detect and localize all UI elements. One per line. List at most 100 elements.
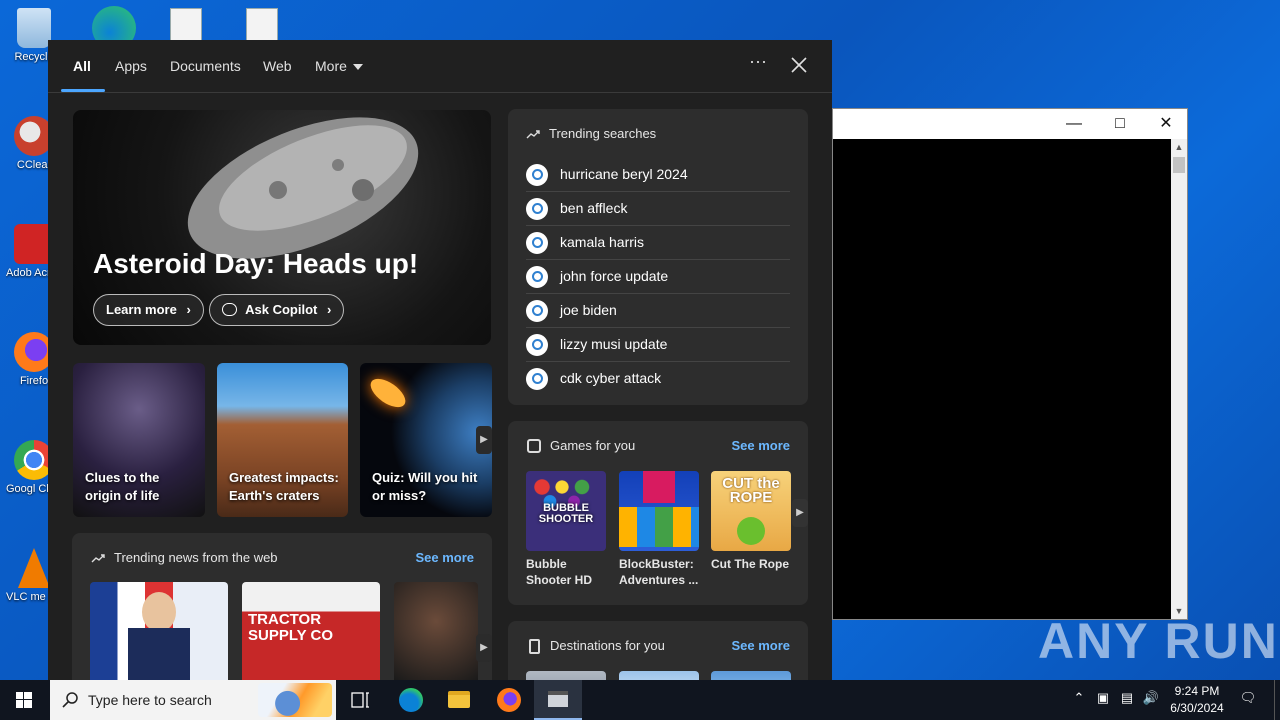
vertical-scrollbar[interactable]: ▲ ▼: [1171, 139, 1187, 619]
search-icon: [526, 164, 548, 186]
game-thumbnail: BUBBLE SHOOTER: [526, 471, 606, 551]
task-view-button[interactable]: [336, 680, 384, 720]
search-tabs: All Apps Documents Web More ···: [48, 40, 832, 93]
destinations-see-more-link[interactable]: See more: [731, 638, 790, 653]
game-controller-icon: [527, 439, 541, 453]
firefox-taskbar-button[interactable]: [484, 680, 532, 720]
game-item[interactable]: BUBBLE SHOOTER Bubble Shooter HD: [526, 471, 606, 588]
file-icon[interactable]: [170, 8, 202, 42]
news-thumbnail[interactable]: [90, 582, 228, 680]
news-thumbnail[interactable]: TRACTOR SUPPLY CO: [242, 582, 380, 680]
ellipsis-icon[interactable]: ···: [746, 52, 770, 76]
network-icon[interactable]: ▤: [1118, 690, 1136, 710]
recycle-bin-icon: [17, 8, 51, 48]
search-placeholder: Type here to search: [88, 692, 212, 708]
story-card[interactable]: Clues to the origin of life: [73, 363, 205, 517]
search-panel: All Apps Documents Web More ··· Asteroid…: [48, 40, 832, 680]
story-caption: Greatest impacts: Earth's craters: [229, 470, 339, 503]
om-nom-icon: [737, 517, 765, 545]
tab-documents[interactable]: Documents: [170, 40, 241, 93]
trending-icon: [526, 130, 540, 139]
trending-search-item[interactable]: joe biden: [526, 294, 790, 328]
firefox-icon: [497, 688, 521, 712]
destination-thumbnail[interactable]: [619, 671, 699, 680]
suitcase-icon: [529, 639, 540, 654]
games-next-icon[interactable]: ▶: [792, 499, 808, 527]
edge-taskbar-button[interactable]: [386, 680, 434, 720]
background-window[interactable]: — □ ✕ ▲ ▼: [832, 108, 1188, 620]
notifications-icon[interactable]: 🗨: [1238, 690, 1258, 710]
search-icon: [526, 334, 548, 356]
close-panel-button[interactable]: [786, 52, 812, 78]
destinations-title: Destinations for you: [550, 638, 665, 653]
trending-search-text: john force update: [560, 268, 669, 284]
folder-icon: [448, 691, 470, 708]
active-app-taskbar-button[interactable]: [534, 680, 582, 720]
game-thumbnail: CUT the ROPE: [711, 471, 791, 551]
volume-icon[interactable]: 🔊: [1142, 690, 1160, 710]
windows-logo-icon: [16, 692, 32, 708]
destination-thumbnail[interactable]: [526, 671, 606, 680]
file-explorer-button[interactable]: [434, 680, 482, 720]
search-highlight-image: [258, 683, 332, 717]
carousel-next-icon[interactable]: ▶: [476, 426, 492, 454]
tab-more-label: More: [315, 58, 347, 74]
story-caption: Clues to the origin of life: [85, 470, 160, 503]
task-view-icon: [351, 692, 369, 708]
trending-search-item[interactable]: hurricane beryl 2024: [526, 158, 790, 192]
scroll-thumb[interactable]: [1173, 157, 1185, 173]
close-icon[interactable]: ✕: [1143, 109, 1189, 139]
game-name: Cut The Rope: [711, 557, 789, 571]
window-titlebar[interactable]: — □ ✕: [833, 109, 1187, 139]
story-caption: Quiz: Will you hit or miss?: [372, 470, 478, 503]
minimize-icon[interactable]: —: [1051, 109, 1097, 139]
games-see-more-link[interactable]: See more: [731, 438, 790, 453]
cut-the-rope-logo: CUT the ROPE: [722, 475, 780, 506]
chevron-up-icon[interactable]: ⌃: [1070, 690, 1088, 710]
taskbar-search-box[interactable]: Type here to search: [50, 680, 336, 720]
tab-apps[interactable]: Apps: [115, 40, 147, 93]
news-see-more-link[interactable]: See more: [415, 550, 474, 565]
game-item[interactable]: BlockBuster: Adventures ...: [619, 471, 699, 588]
hero-card[interactable]: Asteroid Day: Heads up! Learn more › Ask…: [73, 110, 491, 345]
trending-search-item[interactable]: ben affleck: [526, 192, 790, 226]
game-name: Bubble Shooter HD: [526, 557, 592, 587]
tab-all[interactable]: All: [61, 40, 105, 93]
trending-searches-card: Trending searches hurricane beryl 2024 b…: [508, 109, 808, 405]
trending-search-item[interactable]: kamala harris: [526, 226, 790, 260]
ask-copilot-button[interactable]: Ask Copilot ›: [209, 294, 345, 326]
edge-icon: [399, 688, 423, 712]
trending-search-item[interactable]: john force update: [526, 260, 790, 294]
destination-thumbnail[interactable]: [711, 671, 791, 680]
trending-search-item[interactable]: lizzy musi update: [526, 328, 790, 362]
tab-more[interactable]: More: [315, 40, 363, 93]
vlc-cone-icon: [18, 548, 50, 588]
trending-search-text: kamala harris: [560, 234, 645, 250]
news-next-icon[interactable]: ▶: [476, 634, 492, 662]
show-desktop-button[interactable]: [1274, 680, 1280, 720]
start-button[interactable]: [0, 680, 48, 720]
meteor-image: [365, 373, 411, 413]
scroll-up-icon[interactable]: ▲: [1171, 139, 1187, 155]
trending-icon: [91, 554, 105, 563]
games-title: Games for you: [550, 438, 636, 453]
learn-more-button[interactable]: Learn more ›: [93, 294, 204, 326]
trending-searches-title: Trending searches: [549, 126, 657, 141]
news-thumbnail[interactable]: [394, 582, 478, 680]
game-name: BlockBuster: Adventures ...: [619, 557, 699, 587]
taskbar-clock[interactable]: 9:24 PM 6/30/2024: [1162, 683, 1232, 717]
trending-news-title: Trending news from the web: [114, 550, 278, 565]
trending-search-text: hurricane beryl 2024: [560, 166, 688, 182]
story-card[interactable]: Quiz: Will you hit or miss?: [360, 363, 492, 517]
file-icon[interactable]: [246, 8, 278, 42]
clock-date: 6/30/2024: [1170, 701, 1224, 715]
hero-title: Asteroid Day: Heads up!: [93, 248, 419, 279]
chevron-right-icon: ›: [327, 302, 332, 317]
game-item[interactable]: CUT the ROPE Cut The Rope: [711, 471, 791, 572]
maximize-icon[interactable]: □: [1097, 109, 1143, 139]
trending-search-item[interactable]: cdk cyber attack: [526, 362, 790, 396]
tractor-supply-sign: TRACTOR SUPPLY CO: [248, 611, 334, 644]
tab-web[interactable]: Web: [263, 40, 292, 93]
story-card[interactable]: Greatest impacts: Earth's craters: [217, 363, 348, 517]
meet-now-icon[interactable]: ▣: [1094, 690, 1112, 710]
